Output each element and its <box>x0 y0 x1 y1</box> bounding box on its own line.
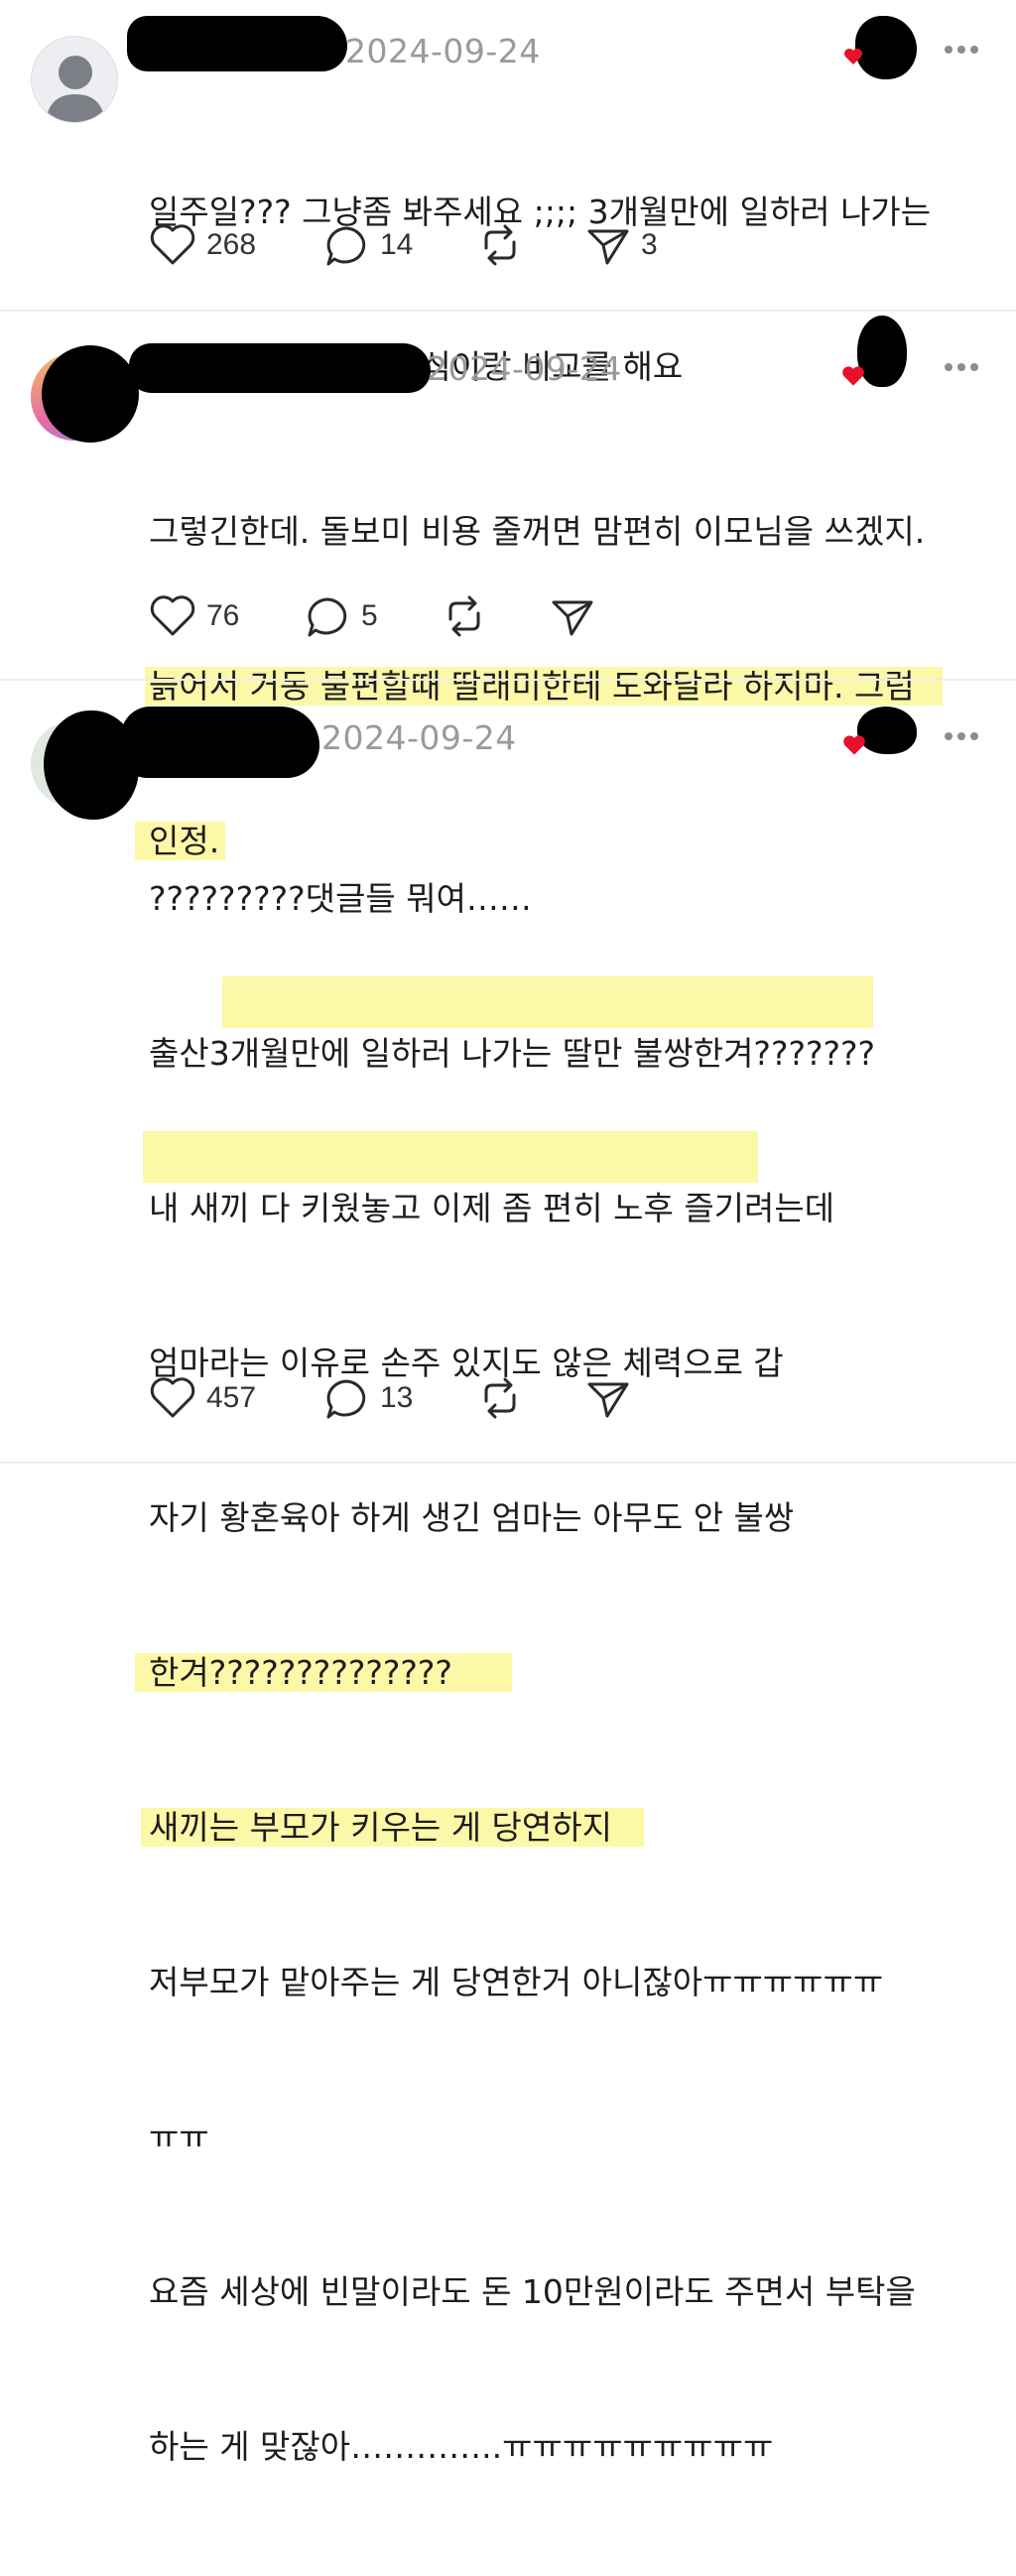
comment-button[interactable]: 5 <box>304 591 378 641</box>
post-text-line: 일주일??? 그냥좀 봐주세요 ;;;; 3개월만에 일하러 나가는 <box>149 193 932 231</box>
post-date: 2024-09-24 <box>427 349 622 388</box>
comment-button[interactable]: 14 <box>322 220 413 270</box>
like-button[interactable]: 268 <box>149 220 256 270</box>
post-text-line: 하는 게 맞잖아…………..ㅠㅠㅠㅠㅠㅠㅠㅠㅠ <box>149 2427 774 2466</box>
heart-outline-icon <box>150 224 195 265</box>
comment-count: 14 <box>380 228 414 261</box>
post-text-line: 그렇긴한데. 돌보미 비용 줄꺼면 맘편히 이모님을 쓰겠지. <box>149 512 926 551</box>
share-count: 3 <box>641 228 658 261</box>
highlight-row: 한겨?????????????? <box>135 1647 916 1699</box>
heart-outline-icon <box>150 595 195 636</box>
like-button[interactable]: 457 <box>149 1373 256 1423</box>
post-text-line: 자기 황혼육아 하게 생긴 엄마는 아무도 안 불쌍 <box>149 1498 795 1537</box>
repost-arrows-icon <box>448 595 480 637</box>
speech-bubble-icon <box>308 597 347 637</box>
paper-plane-icon <box>587 1382 629 1418</box>
post-text: ?????????댓글들 뭐여…… 출산3개월만에 일하러 나가는 딸만 불쌍한… <box>135 770 916 2576</box>
post-2: 2024-09-24 그렇긴한데. 돌보미 비용 줄꺼면 맘편히 이모님을 쓰겠… <box>0 312 1016 860</box>
redacted-username <box>129 343 431 393</box>
comment-button[interactable]: 13 <box>322 1373 413 1423</box>
like-count: 268 <box>206 228 257 261</box>
highlight-row: 새끼는 부모가 키우는 게 당연하지 <box>141 1802 916 1854</box>
post-text-line: ?????????댓글들 뭐여…… <box>149 879 532 918</box>
heart-badge-icon <box>842 366 864 386</box>
redacted-username <box>127 16 347 71</box>
redacted-avatar <box>42 345 139 443</box>
divider <box>0 1462 1016 1464</box>
like-button[interactable]: 76 <box>149 591 239 641</box>
highlighted-text: 새끼는 부모가 키우는 게 당연하지 <box>141 1808 644 1847</box>
post-text-line: 요즘 세상에 빈말이라도 돈 10만원이라도 주면서 부탁을 <box>149 2272 916 2311</box>
repost-button[interactable] <box>476 1373 524 1423</box>
post-1: 2024-09-24 일주일??? 그냥좀 봐주세요 ;;;; 3개월만에 일하… <box>0 0 1016 386</box>
redacted-reaction-avatar <box>855 16 917 79</box>
share-button[interactable]: 3 <box>585 220 658 270</box>
repost-arrows-icon <box>484 1377 516 1419</box>
more-options-button[interactable] <box>945 732 980 742</box>
person-icon <box>46 56 105 122</box>
post-date: 2024-09-24 <box>321 718 517 757</box>
like-count: 457 <box>206 1381 257 1414</box>
more-options-button[interactable] <box>945 46 980 56</box>
heart-badge-icon <box>843 735 865 755</box>
paper-plane-icon <box>552 600 593 636</box>
post-text-line: 내 새끼 다 키웠놓고 이제 좀 편히 노후 즐기려는데 <box>149 1189 835 1227</box>
heart-badge-icon <box>844 49 862 64</box>
heart-outline-icon <box>150 1377 195 1418</box>
highlighted-text: 한겨?????????????? <box>135 1653 512 1692</box>
post-text-line: ㅠㅠ <box>149 2118 209 2156</box>
post-text-line: 저부모가 맡아주는 게 당연한거 아니잖아ㅠㅠㅠㅠㅠㅠ <box>149 1963 884 2001</box>
repost-button[interactable] <box>441 591 488 641</box>
more-options-button[interactable] <box>945 363 980 373</box>
share-button[interactable] <box>585 1373 631 1423</box>
redacted-reaction-avatar <box>857 707 917 754</box>
share-button[interactable] <box>550 591 595 641</box>
post-3: 2024-09-24 ?????????댓글들 뭐여…… 출산3개월만에 일하러… <box>0 681 1016 2466</box>
avatar-default[interactable] <box>31 36 118 123</box>
like-count: 76 <box>206 599 240 632</box>
post-text-line: 엄마라는 이유로 손주 있지도 않은 체력으로 갑 <box>149 1344 784 1382</box>
comment-count: 5 <box>361 599 378 632</box>
speech-bubble-icon <box>326 1379 366 1419</box>
speech-bubble-icon <box>326 226 366 266</box>
comment-count: 13 <box>380 1381 414 1414</box>
post-date: 2024-09-24 <box>345 32 541 70</box>
paper-plane-icon <box>587 229 629 265</box>
repost-arrows-icon <box>484 224 516 266</box>
post-text-line: 출산3개월만에 일하러 나가는 딸만 불쌍한겨??????? <box>149 1034 876 1073</box>
repost-button[interactable] <box>476 220 524 270</box>
redacted-username <box>121 707 319 778</box>
